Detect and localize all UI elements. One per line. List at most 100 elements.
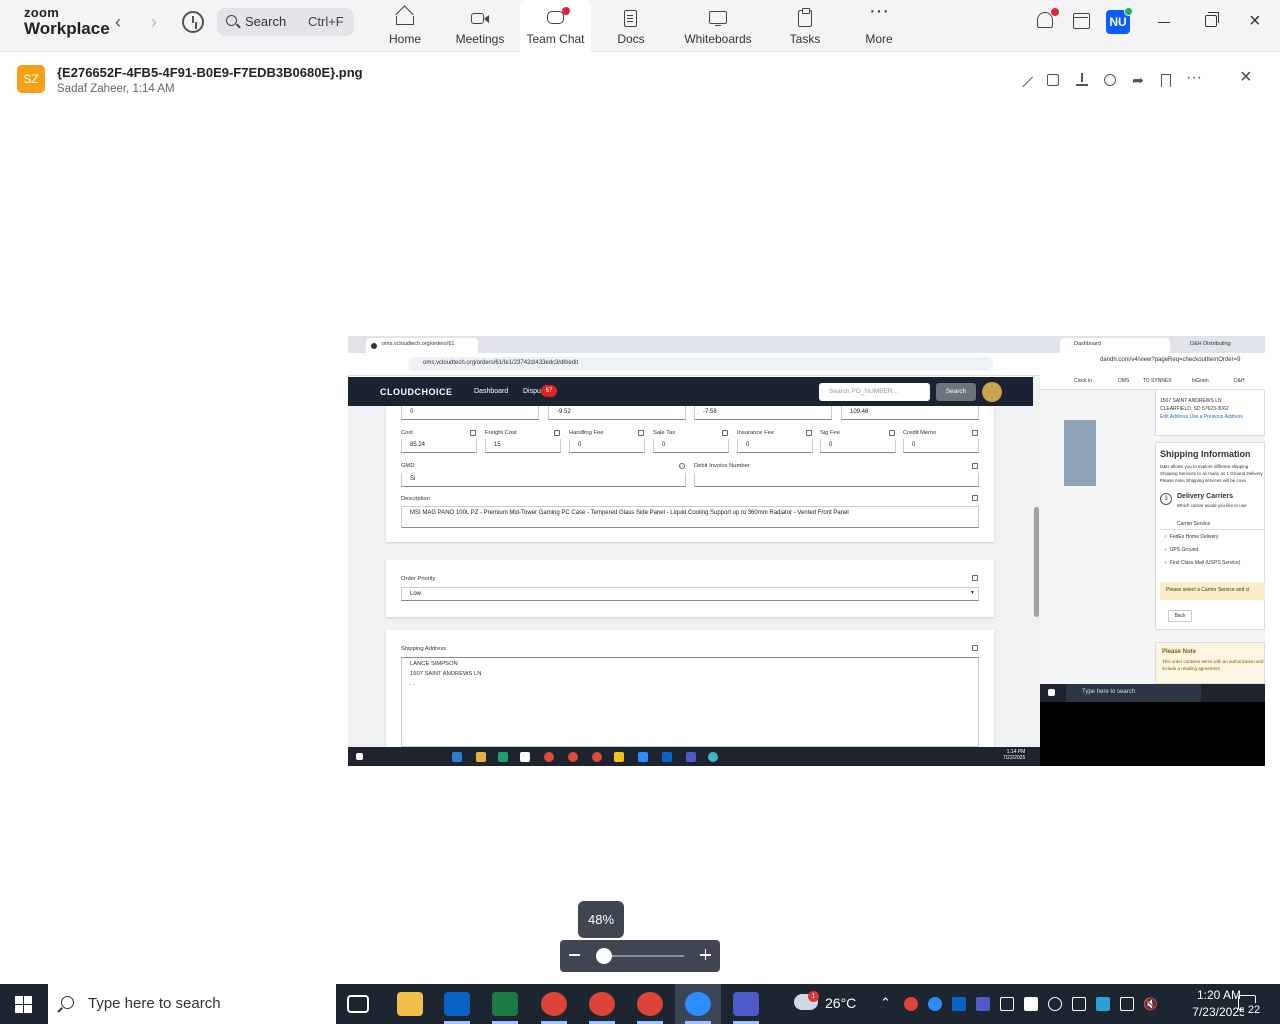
nav-tab-more[interactable]: ··· More — [854, 0, 904, 52]
search-label: Search — [245, 14, 287, 29]
nav-tab-tasks[interactable]: Tasks — [780, 0, 830, 52]
right-tab-bar: Dashboard D&H Distributing — [1040, 336, 1265, 353]
notification-count: 22 — [1244, 1003, 1264, 1017]
tray-app-icon[interactable] — [1048, 997, 1062, 1011]
nav-tab-team-chat[interactable]: Team Chat — [520, 0, 591, 52]
inner-teams-icon — [686, 752, 696, 762]
sale-tax-label: Sale Tax — [653, 430, 676, 436]
calendar-icon[interactable] — [1073, 13, 1090, 29]
share-forward-icon[interactable]: ➦ — [1130, 72, 1146, 88]
open-external-icon[interactable] — [1047, 74, 1059, 86]
minimize-icon[interactable] — [1158, 22, 1170, 24]
tray-app-icon[interactable] — [1096, 997, 1110, 1011]
history-icon[interactable] — [182, 11, 204, 33]
copy-icon — [972, 575, 978, 581]
tray-app-icon[interactable] — [1000, 997, 1014, 1011]
zoom-in-icon[interactable] — [700, 950, 711, 960]
chrome-icon[interactable] — [541, 992, 567, 1016]
field-value: -9.52 — [548, 406, 686, 420]
sig-fee-label: Sig Fee — [820, 430, 840, 436]
network-icon[interactable] — [1120, 997, 1134, 1011]
inner-zoom-icon — [638, 752, 648, 762]
bookmark-icon[interactable] — [1161, 74, 1171, 87]
excel-icon[interactable] — [492, 992, 518, 1016]
forward-arrow-icon[interactable]: › — [151, 12, 157, 33]
gmd-info-icon — [679, 463, 685, 469]
shipping-address-card: Shipping Address LANCE SIMPSON 1507 SAIN… — [386, 630, 994, 747]
cost-field: 85.24 — [401, 439, 477, 453]
chrome-profile-icon[interactable] — [589, 992, 615, 1016]
url-field: oms.vcloudtech.org/orders/61/fe1/23742d/… — [408, 357, 993, 371]
order-priority-label: Order Priority — [401, 576, 436, 582]
volume-muted-icon[interactable]: 🔇 — [1143, 997, 1158, 1011]
download-icon[interactable] — [1076, 73, 1088, 87]
nav-tab-home[interactable]: Home — [380, 0, 430, 52]
unread-dot — [562, 7, 570, 15]
nav-tab-whiteboards[interactable]: Whiteboards — [677, 0, 759, 52]
order-priority-select: Low — [401, 587, 979, 601]
task-view-icon[interactable] — [347, 995, 369, 1013]
nav-tab-docs[interactable]: Docs — [606, 0, 656, 52]
file-sender-time: Sadaf Zaheer, 1:14 AM — [57, 83, 175, 95]
more-options-icon[interactable]: ··· — [1186, 70, 1202, 86]
tray-app-icon[interactable] — [1072, 997, 1086, 1011]
tray-dropbox-icon[interactable] — [1024, 997, 1038, 1011]
chrome-profile-icon[interactable] — [637, 992, 663, 1016]
copy-icon[interactable] — [1104, 74, 1116, 86]
bookmark-item: D&H — [1234, 378, 1245, 384]
zoom-slider-handle[interactable] — [596, 948, 613, 964]
zoom-workplace-logo[interactable]: zoom Workplace — [24, 6, 110, 37]
tray-outlook-icon[interactable] — [952, 997, 966, 1011]
right-tab-dashboard: Dashboard — [1060, 338, 1170, 353]
shipping-line-2: 1507 SAINT ANDREWS LN — [410, 671, 482, 677]
bookmark-item: TD SYNNEX — [1143, 378, 1172, 384]
delivery-carriers-title: Delivery Carriers — [1177, 493, 1234, 500]
delivery-carriers-sub: Which carrier would you like to use — [1177, 503, 1247, 508]
inner-chrome-icon — [544, 752, 554, 762]
zoom-search-box[interactable]: Search Ctrl+F — [217, 8, 354, 36]
tray-zoom-icon[interactable] — [928, 997, 942, 1011]
brand-line1: zoom — [24, 5, 60, 20]
file-explorer-icon[interactable] — [397, 992, 423, 1016]
inner-windows-icon — [1048, 689, 1055, 696]
inner-folder-icon — [476, 752, 486, 762]
order-costs-card: 0 -9.52 -7.58 109.48 Cost 85.24 Freight … — [386, 406, 994, 542]
inner-clock-date: 7/22/2025 — [1003, 755, 1026, 761]
nav-tab-meetings[interactable]: Meetings — [450, 0, 510, 52]
copy-icon — [638, 430, 644, 436]
taskbar-search-box[interactable]: Type here to search — [48, 984, 336, 1024]
zoom-slider-track[interactable] — [600, 955, 684, 957]
copy-icon — [972, 645, 978, 651]
restore-icon[interactable] — [1205, 12, 1219, 27]
description-label: Description — [401, 496, 430, 502]
zoom-icon[interactable] — [685, 992, 711, 1016]
debit-invoice-label: Debit Invoice Number — [694, 463, 750, 469]
zoom-out-icon[interactable] — [569, 954, 580, 956]
carrier-warning: Please select a Carrier Service and cl — [1160, 582, 1265, 600]
presence-dot — [1124, 7, 1133, 16]
field-value: 109.48 — [841, 406, 979, 420]
address-line: 1507 SAINT ANDREWS LN — [1160, 398, 1222, 404]
chevron-up-icon[interactable]: ⌃ — [880, 996, 894, 1011]
outlook-icon[interactable] — [444, 992, 470, 1016]
temperature[interactable]: 26°C — [825, 995, 856, 1011]
right-address-bar: dandh.com/v4/view?pageReq=checkoutItemOr… — [1040, 353, 1265, 374]
close-window-icon[interactable]: × — [1249, 10, 1261, 33]
tray-teams-icon[interactable] — [976, 997, 990, 1011]
notification-bell-icon[interactable] — [1037, 12, 1053, 28]
sender-avatar: SZ — [17, 65, 45, 93]
windows-start-icon[interactable] — [15, 996, 32, 1013]
shipping-address-field: LANCE SIMPSON 1507 SAINT ANDREWS LN , , — [401, 657, 979, 747]
inner-app-icon — [498, 752, 508, 762]
back-arrow-icon[interactable]: ‹ — [115, 12, 121, 33]
close-viewer-icon[interactable]: × — [1240, 66, 1252, 89]
teams-icon[interactable] — [733, 992, 759, 1016]
back-button: Back — [1168, 610, 1192, 622]
tray-chrome-icon[interactable] — [904, 997, 918, 1011]
copy-icon — [972, 495, 978, 501]
nav-tab-label: More — [865, 32, 893, 46]
note-title: Please Note — [1162, 649, 1197, 655]
nav-dispute-link: Dispu — [523, 388, 541, 395]
freight-cost-label: Freight Cost — [485, 430, 517, 436]
copy-icon — [722, 430, 728, 436]
